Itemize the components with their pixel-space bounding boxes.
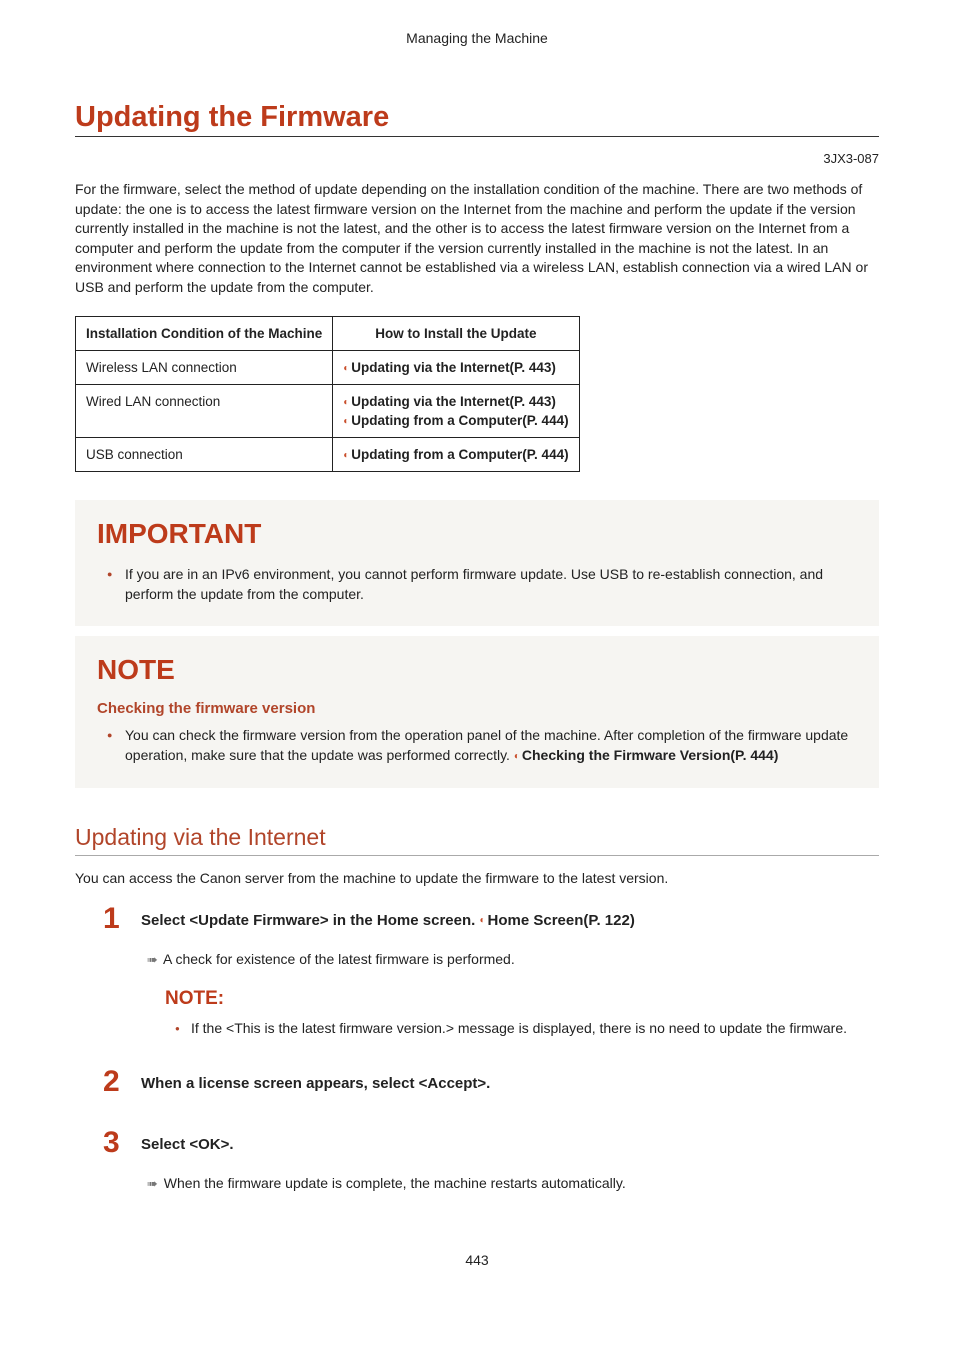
cross-ref-link[interactable]: Updating from a Computer(P. 444) bbox=[351, 413, 568, 428]
cross-ref-link[interactable]: Updating via the Internet(P. 443) bbox=[351, 394, 556, 409]
link-bullet-icon: ◐ bbox=[343, 397, 349, 408]
link-bullet-icon: ◐ bbox=[343, 416, 349, 427]
table-cell-condition: USB connection bbox=[76, 437, 333, 471]
step-note-label: NOTE: bbox=[165, 988, 879, 1010]
table-cell-condition: Wireless LAN connection bbox=[76, 350, 333, 384]
step-title-text: Select <Update Firmware> in the Home scr… bbox=[141, 912, 479, 929]
cross-ref-link[interactable]: Home Screen(P. 122) bbox=[488, 912, 635, 929]
table-row: Wired LAN connection ◐Updating via the I… bbox=[76, 384, 580, 437]
note-callout: NOTE Checking the firmware version You c… bbox=[75, 636, 879, 788]
running-header: Managing the Machine bbox=[75, 30, 879, 46]
step-title-text: Select <OK>. bbox=[141, 1136, 234, 1153]
table-cell-links: ◐Updating from a Computer(P. 444) bbox=[333, 437, 579, 471]
step-3: 3 Select <OK>. ➠ When the firmware updat… bbox=[75, 1134, 879, 1192]
important-item: If you are in an IPv6 environment, you c… bbox=[119, 564, 857, 605]
cross-ref-link[interactable]: Checking the Firmware Version(P. 444) bbox=[522, 747, 779, 763]
link-bullet-icon: ◐ bbox=[343, 363, 349, 374]
link-bullet-icon: ◐ bbox=[343, 450, 349, 461]
step-number: 1 bbox=[103, 902, 120, 936]
step-1: 1 Select <Update Firmware> in the Home s… bbox=[75, 910, 879, 1039]
step-number: 3 bbox=[103, 1126, 120, 1160]
note-title: NOTE bbox=[97, 654, 857, 686]
intro-paragraph: For the firmware, select the method of u… bbox=[75, 180, 879, 298]
table-cell-condition: Wired LAN connection bbox=[76, 384, 333, 437]
step-title-text: When a license screen appears, select <A… bbox=[141, 1075, 490, 1092]
table-row: USB connection ◐Updating from a Computer… bbox=[76, 437, 580, 471]
arrow-icon: ➠ bbox=[147, 1176, 158, 1191]
note-subhead: Checking the firmware version bbox=[97, 700, 857, 717]
table-row: Wireless LAN connection ◐Updating via th… bbox=[76, 350, 580, 384]
table-header-condition: Installation Condition of the Machine bbox=[76, 316, 333, 350]
cross-ref-link[interactable]: Updating from a Computer(P. 444) bbox=[351, 447, 568, 462]
page-title: Updating the Firmware bbox=[75, 101, 879, 137]
link-bullet-icon: ◐ bbox=[479, 915, 485, 926]
note-item: You can check the firmware version from … bbox=[119, 725, 857, 766]
step-result-text: When the firmware update is complete, th… bbox=[164, 1175, 626, 1191]
step-note-item: If the <This is the latest firmware vers… bbox=[185, 1018, 879, 1039]
step-number: 2 bbox=[103, 1065, 120, 1099]
important-callout: IMPORTANT If you are in an IPv6 environm… bbox=[75, 500, 879, 627]
step-2: 2 When a license screen appears, select … bbox=[75, 1073, 879, 1094]
arrow-icon: ➠ bbox=[147, 952, 158, 967]
table-header-howto: How to Install the Update bbox=[333, 316, 579, 350]
link-bullet-icon: ◐ bbox=[514, 751, 520, 762]
page-number: 443 bbox=[75, 1252, 879, 1268]
important-title: IMPORTANT bbox=[97, 518, 857, 550]
table-cell-links: ◐Updating via the Internet(P. 443) bbox=[333, 350, 579, 384]
step-result-text: A check for existence of the latest firm… bbox=[163, 951, 515, 967]
install-condition-table: Installation Condition of the Machine Ho… bbox=[75, 316, 580, 472]
cross-ref-link[interactable]: Updating via the Internet(P. 443) bbox=[351, 360, 556, 375]
table-cell-links: ◐Updating via the Internet(P. 443) ◐Upda… bbox=[333, 384, 579, 437]
document-code: 3JX3-087 bbox=[75, 151, 879, 166]
section-heading: Updating via the Internet bbox=[75, 824, 879, 856]
section-lead: You can access the Canon server from the… bbox=[75, 870, 879, 886]
